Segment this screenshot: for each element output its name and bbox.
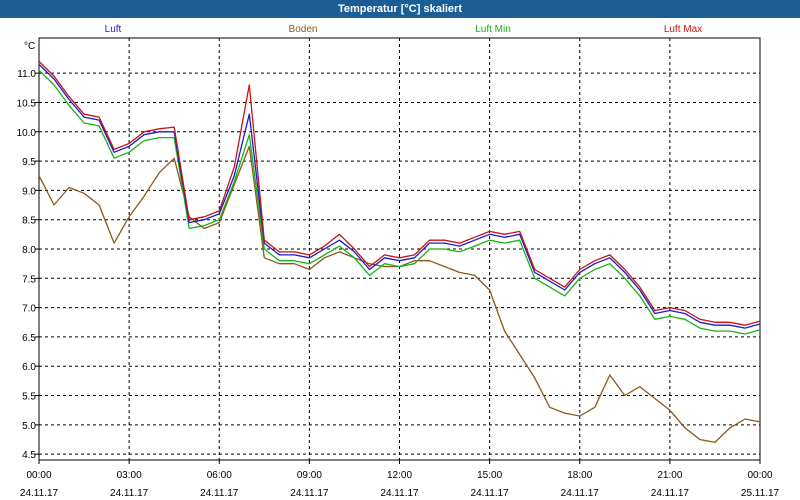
- x-tick-date-label: 25.11.17: [741, 488, 780, 499]
- y-tick-label: 10.0: [17, 128, 37, 139]
- y-tick-label: 9.5: [22, 157, 36, 168]
- y-tick-label: 9.0: [22, 186, 36, 197]
- y-tick-label: 10.5: [17, 98, 37, 109]
- x-tick-date-label: 24.11.17: [561, 488, 600, 499]
- x-tick-date-label: 24.11.17: [380, 488, 419, 499]
- x-tick-time-label: 21:00: [657, 470, 682, 481]
- y-tick-label: 4.5: [22, 450, 36, 461]
- x-tick-date-label: 24.11.17: [20, 488, 59, 499]
- x-tick-time-label: 15:00: [477, 470, 502, 481]
- x-tick-date-label: 24.11.17: [200, 488, 239, 499]
- y-axis-label: °C: [24, 41, 35, 52]
- y-tick-label: 8.0: [22, 245, 36, 256]
- y-tick-label: 7.0: [22, 304, 36, 315]
- x-tick-time-label: 00:00: [747, 470, 772, 481]
- legend-item-boden: Boden: [289, 24, 318, 35]
- y-tick-label: 11.0: [17, 69, 36, 80]
- x-tick-time-label: 06:00: [207, 470, 232, 481]
- y-tick-label: 6.5: [22, 333, 36, 344]
- y-tick-label: 5.5: [22, 392, 36, 403]
- legend-item-luft-min: Luft Min: [475, 24, 511, 35]
- legend-item-luft: Luft: [105, 24, 122, 35]
- chart-window: Temperatur [°C] skaliert 11.0 10.5 10.0 9.5…: [0, 0, 800, 500]
- x-tick-time-label: 09:00: [297, 470, 322, 481]
- x-tick-time-label: 00:00: [26, 470, 51, 481]
- x-tick-date-label: 24.11.17: [290, 488, 329, 499]
- y-tick-label: 8.5: [22, 216, 36, 227]
- x-tick-time-label: 03:00: [117, 470, 142, 481]
- temperature-chart: 11.0 10.5 10.0 9.5 9.0 8.5 8.0 7.5 7.0 6.5 6.0 5.5 5…: [17, 24, 780, 499]
- window-title: Temperatur [°C] skaliert: [0, 0, 800, 18]
- legend-item-luft-max: Luft Max: [664, 24, 702, 35]
- x-tick-time-label: 18:00: [567, 470, 592, 481]
- y-tick-label: 6.0: [22, 362, 36, 373]
- x-tick-date-label: 24.11.17: [651, 488, 690, 499]
- x-tick-date-label: 24.11.17: [471, 488, 510, 499]
- y-tick-label: 5.0: [22, 421, 36, 432]
- x-tick-date-label: 24.11.17: [110, 488, 149, 499]
- x-tick-time-label: 12:00: [387, 470, 412, 481]
- y-tick-label: 7.5: [22, 274, 36, 285]
